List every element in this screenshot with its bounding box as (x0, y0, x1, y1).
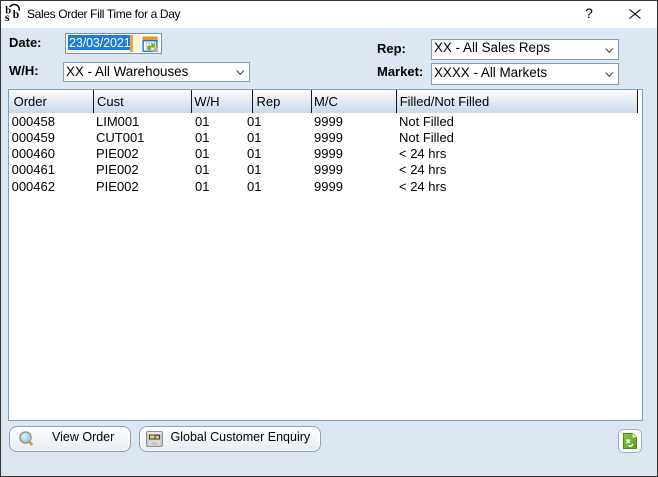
svg-text:b: b (13, 9, 19, 21)
svg-text:s: s (5, 12, 10, 24)
